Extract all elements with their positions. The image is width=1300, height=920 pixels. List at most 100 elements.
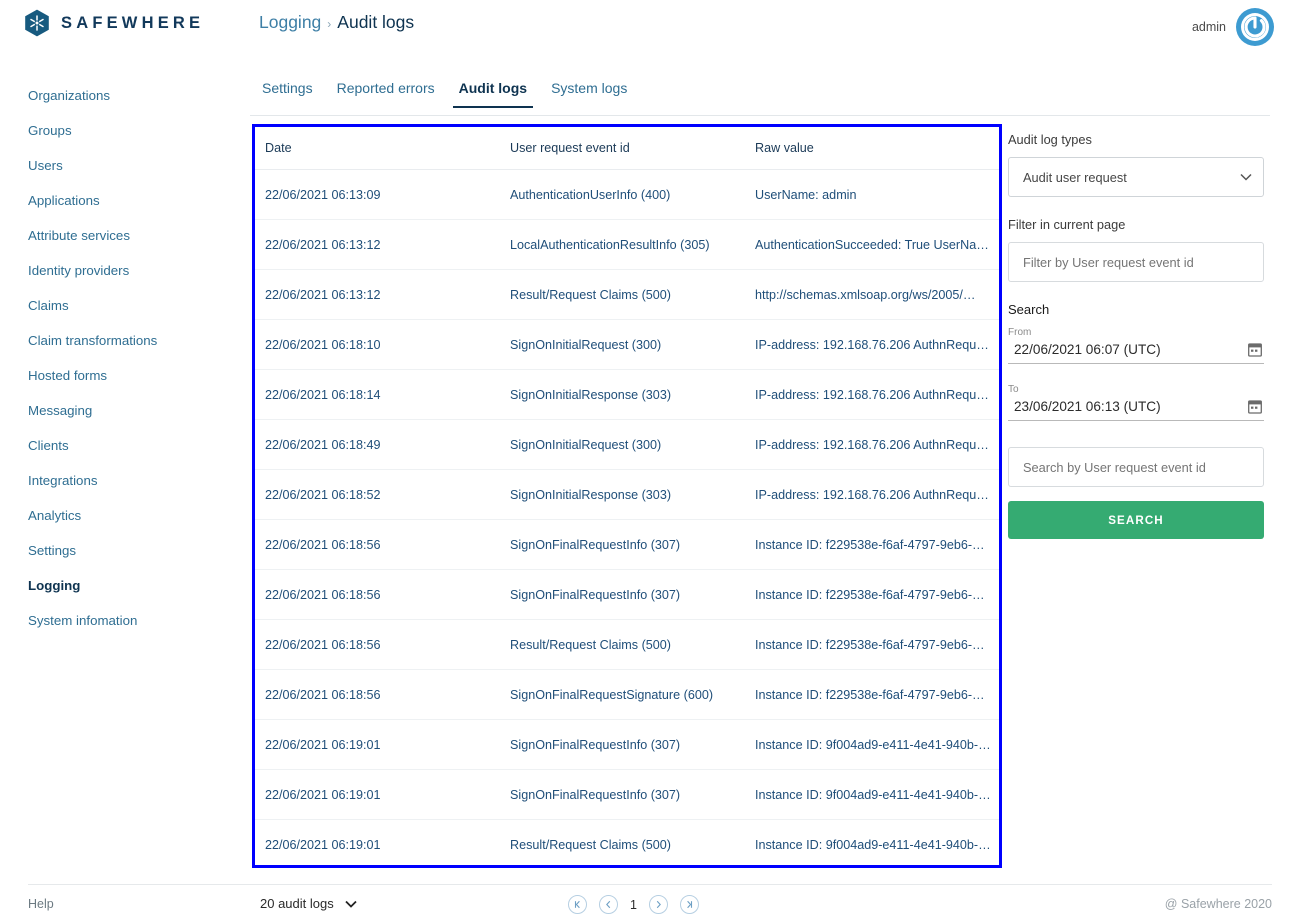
sidebar-item-integrations[interactable]: Integrations [0, 463, 240, 498]
cell-raw-value: Instance ID: f229538e-f6af-4797-9eb6-… [745, 619, 999, 670]
cell-user-request-event-id: Result/Request Claims (500) [500, 619, 745, 670]
sidebar-item-organizations[interactable]: Organizations [0, 78, 240, 113]
from-date-caption: From [1008, 327, 1032, 338]
table-row[interactable]: 22/06/2021 06:18:49 SignOnInitialRequest … [255, 419, 999, 470]
cell-user-request-event-id: SignOnFinalRequestInfo (307) [500, 769, 745, 820]
cell-user-request-event-id: LocalAuthenticationResultInfo (305) [500, 219, 745, 270]
sidebar-item-hosted-forms[interactable]: Hosted forms [0, 358, 240, 393]
cell-user-request-event-id: SignOnFinalRequestSignature (600) [500, 669, 745, 720]
last-page-icon[interactable] [679, 895, 699, 914]
sidebar-item-claim-transformations[interactable]: Claim transformations [0, 323, 240, 358]
cell-date: 22/06/2021 06:18:14 [255, 369, 500, 420]
breadcrumb-link-logging[interactable]: Logging [259, 12, 321, 33]
table-header-row: Date User request event id Raw value [255, 127, 999, 170]
cell-date: 22/06/2021 06:18:52 [255, 469, 500, 520]
footer-bar: Help 20 audit logs 1 @ Safewhere 2020 [0, 885, 1300, 920]
to-date-caption: To [1008, 384, 1019, 395]
audit-logs-table: Date User request event id Raw value 22/… [255, 127, 999, 865]
table-row[interactable]: 22/06/2021 06:18:14 SignOnInitialResponse… [255, 369, 999, 420]
chevron-down-icon [345, 900, 357, 908]
breadcrumb-separator-icon: › [327, 17, 332, 31]
column-header-user-request-event-id[interactable]: User request event id [500, 127, 745, 170]
sidebar-item-groups[interactable]: Groups [0, 113, 240, 148]
search-filter-panel: Audit log types Audit user request Filte… [1008, 132, 1264, 539]
previous-page-icon[interactable] [599, 895, 618, 914]
table-row[interactable]: 22/06/2021 06:19:01 SignOnFinalRequestInf… [255, 719, 999, 770]
cell-user-request-event-id: SignOnInitialResponse (303) [500, 469, 745, 520]
cell-raw-value: IP-address: 192.168.76.206 AuthnRequ… [745, 469, 999, 520]
tab-audit-logs[interactable]: Audit logs [447, 80, 539, 108]
from-date-field[interactable]: From 22/06/2021 06:07 (UTC) [1008, 327, 1264, 364]
sidebar-item-system-infomation[interactable]: System infomation [0, 603, 240, 638]
sidebar-item-identity-providers[interactable]: Identity providers [0, 253, 240, 288]
brand[interactable]: SAFEWHERE [24, 9, 204, 37]
table-row[interactable]: 22/06/2021 06:18:56 SignOnFinalRequestSig… [255, 669, 999, 720]
cell-raw-value: IP-address: 192.168.76.206 AuthnRequ… [745, 419, 999, 470]
table-row[interactable]: 22/06/2021 06:18:56 Result/Request Claims… [255, 619, 999, 670]
sidebar-item-applications[interactable]: Applications [0, 183, 240, 218]
sidebar-item-settings[interactable]: Settings [0, 533, 240, 568]
table-row[interactable]: 22/06/2021 06:19:01 SignOnFinalRequestInf… [255, 769, 999, 820]
table-row[interactable]: 22/06/2021 06:19:01 Result/Request Claims… [255, 819, 999, 865]
audit-log-types-select[interactable]: Audit user request [1008, 157, 1264, 197]
tab-system-logs[interactable]: System logs [539, 80, 639, 108]
first-page-icon[interactable] [568, 895, 587, 914]
search-section-title: Search [1008, 302, 1050, 317]
sidebar-item-clients[interactable]: Clients [0, 428, 240, 463]
cell-user-request-event-id: Result/Request Claims (500) [500, 269, 745, 320]
column-header-raw-value[interactable]: Raw value [745, 127, 999, 170]
filter-by-event-id-input[interactable] [1008, 242, 1264, 282]
filter-in-current-page-label: Filter in current page [1008, 217, 1126, 232]
user-area[interactable]: admin [1192, 8, 1274, 46]
cell-raw-value: Instance ID: 9f004ad9-e411-4e41-940b-… [745, 769, 999, 820]
cell-date: 22/06/2021 06:13:12 [255, 269, 500, 320]
sidebar-item-attribute-services[interactable]: Attribute services [0, 218, 240, 253]
cell-date: 22/06/2021 06:18:56 [255, 569, 500, 620]
cell-raw-value: Instance ID: 9f004ad9-e411-4e41-940b-… [745, 719, 999, 770]
tab-settings[interactable]: Settings [250, 80, 325, 108]
help-link[interactable]: Help [28, 897, 54, 911]
sidebar-item-analytics[interactable]: Analytics [0, 498, 240, 533]
pagination-controls: 1 [568, 895, 699, 914]
current-page-number: 1 [630, 897, 637, 912]
table-row[interactable]: 22/06/2021 06:13:12 Result/Request Claims… [255, 269, 999, 320]
table-row[interactable]: 22/06/2021 06:18:10 SignOnInitialRequest … [255, 319, 999, 370]
cell-user-request-event-id: SignOnFinalRequestInfo (307) [500, 519, 745, 570]
top-header-bar: SAFEWHERE Logging › Audit logs admin [0, 0, 1300, 62]
cell-raw-value: Instance ID: f229538e-f6af-4797-9eb6-… [745, 519, 999, 570]
cell-raw-value: UserName: admin [745, 169, 999, 220]
sidebar-item-claims[interactable]: Claims [0, 288, 240, 323]
sidebar-item-users[interactable]: Users [0, 148, 240, 183]
tab-reported-errors[interactable]: Reported errors [325, 80, 447, 108]
table-row[interactable]: 22/06/2021 06:13:09 AuthenticationUserInf… [255, 169, 999, 220]
to-date-field[interactable]: To 23/06/2021 06:13 (UTC) [1008, 384, 1264, 421]
next-page-icon[interactable] [648, 895, 668, 914]
cell-user-request-event-id: Result/Request Claims (500) [500, 819, 745, 865]
per-page-selector[interactable]: 20 audit logs [260, 896, 357, 911]
cell-date: 22/06/2021 06:18:49 [255, 419, 500, 470]
power-avatar-icon[interactable] [1236, 8, 1274, 46]
calendar-icon[interactable] [1248, 399, 1262, 414]
copyright-text: @ Safewhere 2020 [1164, 897, 1272, 911]
cell-raw-value: Instance ID: f229538e-f6af-4797-9eb6-… [745, 569, 999, 620]
per-page-label: 20 audit logs [260, 896, 334, 911]
table-row[interactable]: 22/06/2021 06:18:56 SignOnFinalRequestInf… [255, 569, 999, 620]
to-date-value[interactable]: 23/06/2021 06:13 (UTC) [1014, 399, 1161, 414]
cell-raw-value: IP-address: 192.168.76.206 AuthnRequ… [745, 319, 999, 370]
cell-date: 22/06/2021 06:19:01 [255, 819, 500, 865]
column-header-date[interactable]: Date [255, 127, 500, 170]
sidebar-item-logging[interactable]: Logging [0, 568, 240, 603]
table-row[interactable]: 22/06/2021 06:13:12 LocalAuthenticationRe… [255, 219, 999, 270]
table-row[interactable]: 22/06/2021 06:18:52 SignOnInitialResponse… [255, 469, 999, 520]
table-row[interactable]: 22/06/2021 06:18:56 SignOnFinalRequestInf… [255, 519, 999, 570]
sidebar-item-messaging[interactable]: Messaging [0, 393, 240, 428]
chevron-down-icon [1240, 173, 1252, 181]
from-date-value[interactable]: 22/06/2021 06:07 (UTC) [1014, 342, 1161, 357]
search-button[interactable]: SEARCH [1008, 501, 1264, 539]
sidebar-navigation: Organizations Groups Users Applications Attr… [0, 78, 240, 638]
calendar-icon[interactable] [1248, 342, 1262, 357]
audit-log-types-label: Audit log types [1008, 132, 1092, 147]
cell-user-request-event-id: SignOnFinalRequestInfo (307) [500, 569, 745, 620]
cell-raw-value: Instance ID: f229538e-f6af-4797-9eb6-… [745, 669, 999, 720]
search-by-event-id-input[interactable] [1008, 447, 1264, 487]
